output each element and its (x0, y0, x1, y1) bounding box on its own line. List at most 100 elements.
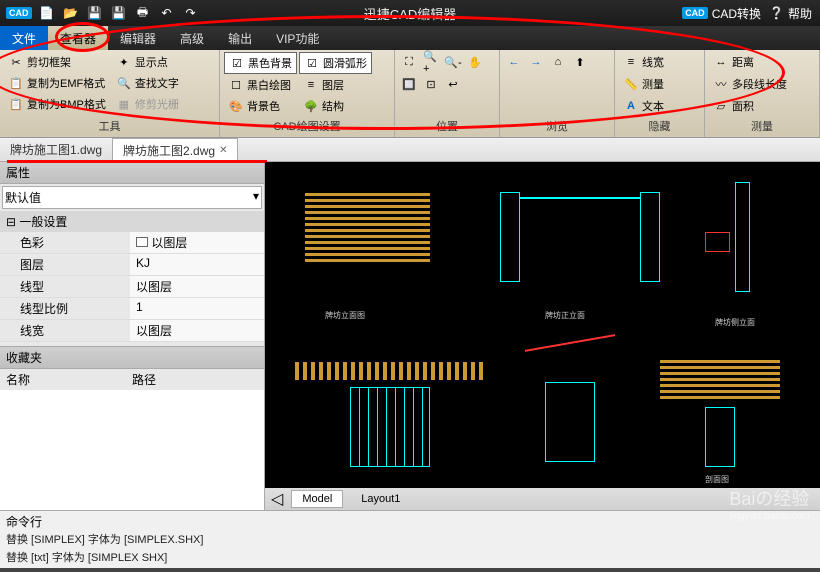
bg-color-button[interactable]: 🎨背景色 (224, 96, 297, 116)
zoom-window-icon[interactable]: 🔲 (401, 76, 417, 92)
save-icon[interactable]: 💾 (86, 4, 104, 22)
structure-button[interactable]: 🌳结构 (299, 96, 372, 116)
quick-access-toolbar: CAD 📄 📂 💾 💾 🖶 ↶ ↷ (0, 4, 206, 22)
ribbon-group-label: 位置 (399, 117, 495, 135)
find-text-button[interactable]: 🔍查找文字 (112, 73, 183, 93)
property-row[interactable]: 色彩 以图层 (0, 232, 264, 254)
layers-icon: ≡ (303, 77, 319, 93)
help-label: 帮助 (788, 5, 812, 22)
ruler-icon: 📏 (623, 76, 639, 92)
ribbon-group-tools: ✂剪切框架 📋复制为EMF格式 📋复制为BMP格式 ✦显示点 🔍查找文字 ▦修剪… (0, 50, 220, 137)
copy-bmp-button[interactable]: 📋复制为BMP格式 (4, 94, 110, 114)
tree-icon: 🌳 (303, 98, 319, 114)
property-row[interactable]: 线宽以图层 (0, 320, 264, 342)
zoom-out-icon[interactable]: 🔍- (445, 54, 461, 70)
menu-output[interactable]: 输出 (216, 26, 264, 50)
search-icon: 🔍 (116, 75, 132, 91)
properties-panel: 属性 默认值 ▾ ⊟ 一般设置 色彩 以图层 图层KJ 线型以图层 线型比例1 … (0, 162, 265, 510)
redo-icon[interactable]: ↷ (182, 4, 200, 22)
dwg-label: 牌坊正立面 (545, 310, 585, 321)
new-icon[interactable]: 📄 (38, 4, 56, 22)
menu-file[interactable]: 文件 (0, 26, 48, 50)
dwg-label: 剖面图 (705, 474, 729, 485)
linewidth-button[interactable]: ≡线宽 (619, 52, 668, 72)
command-output: 替换 [SIMPLEX] 字体为 [SIMPLEX.SHX] (6, 530, 814, 548)
nav-up-icon[interactable]: ⬆ (572, 54, 588, 70)
help-button[interactable]: ❔ 帮助 (769, 5, 812, 22)
measure-button[interactable]: 📏测量 (619, 74, 668, 94)
bw-draw-button[interactable]: ☐黑白绘图 (224, 75, 297, 95)
text-button[interactable]: A文本 (619, 96, 668, 116)
layers-button[interactable]: ≡图层 (299, 75, 372, 95)
dwg-outline (297, 182, 442, 292)
dwg-label: 牌坊立面图 (325, 310, 365, 321)
emf-icon: 📋 (8, 75, 24, 91)
distance-button[interactable]: ↔距离 (709, 52, 791, 72)
ribbon-group-label: 工具 (4, 117, 215, 135)
nav-icon[interactable]: ◁ (271, 489, 283, 509)
ribbon-group-label: CAD绘图设置 (224, 117, 390, 135)
menu-bar: 文件 查看器 编辑器 高级 输出 VIP功能 (0, 26, 820, 50)
doc-tab-active[interactable]: 牌坊施工图2.dwg✕ (112, 138, 238, 162)
nav-left-icon[interactable]: ← (506, 54, 522, 70)
command-line-panel: 命令行 替换 [SIMPLEX] 字体为 [SIMPLEX.SHX] 替换 [t… (0, 510, 820, 568)
dwg-side (695, 182, 795, 312)
cad-convert-button[interactable]: CAD CAD转换 (682, 5, 761, 22)
menu-viewer[interactable]: 查看器 (48, 26, 108, 50)
fav-col-path[interactable]: 路径 (132, 371, 258, 388)
area-icon: ▱ (713, 98, 729, 114)
linewidth-icon: ≡ (623, 54, 639, 70)
favorites-list[interactable] (0, 390, 264, 510)
saveas-icon[interactable]: 💾 (110, 4, 128, 22)
app-logo: CAD (6, 7, 32, 19)
properties-section-header[interactable]: ⊟ 一般设置 (0, 211, 264, 232)
layout-tab[interactable]: Layout1 (351, 491, 410, 507)
trim-icon: ▦ (116, 96, 132, 112)
zoom-in-icon[interactable]: 🔍+ (423, 54, 439, 70)
pan-icon[interactable]: ✋ (467, 54, 483, 70)
properties-dropdown[interactable]: 默认值 ▾ (2, 186, 262, 209)
copy-emf-button[interactable]: 📋复制为EMF格式 (4, 73, 110, 93)
title-right: CAD CAD转换 ❔ 帮助 (682, 5, 820, 22)
zoom-extent-icon[interactable]: ⊡ (423, 76, 439, 92)
area-button[interactable]: ▱面积 (709, 96, 791, 116)
main-area: 属性 默认值 ▾ ⊟ 一般设置 色彩 以图层 图层KJ 线型以图层 线型比例1 … (0, 162, 820, 510)
zoom-fit-icon[interactable]: ⛶ (401, 54, 417, 70)
model-tab[interactable]: Model (291, 490, 343, 508)
cad-convert-icon: CAD (682, 7, 708, 19)
undo-icon[interactable]: ↶ (158, 4, 176, 22)
show-points-button[interactable]: ✦显示点 (112, 52, 183, 72)
ribbon-group-browse: ← → ⌂ ⬆ 浏览 (500, 50, 615, 137)
polyline-length-button[interactable]: 〰多段线长度 (709, 74, 791, 94)
menu-advanced[interactable]: 高级 (168, 26, 216, 50)
menu-editor[interactable]: 编辑器 (108, 26, 168, 50)
trim-raster-button[interactable]: ▦修剪光栅 (112, 94, 183, 114)
bmp-icon: 📋 (8, 96, 24, 112)
property-row[interactable]: 图层KJ (0, 254, 264, 276)
checkbox-empty-icon: ☐ (228, 77, 244, 93)
dwg-label: 牌坊侧立面 (715, 317, 755, 328)
text-icon: A (623, 98, 639, 114)
drawing-canvas[interactable]: 牌坊立面图 牌坊正立面 牌坊侧立面 剖面图 (265, 162, 820, 488)
property-row[interactable]: 线型以图层 (0, 276, 264, 298)
smooth-arc-button[interactable]: ☑圆滑弧形 (299, 52, 372, 74)
polyline-icon: 〰 (713, 76, 729, 92)
print-icon[interactable]: 🖶 (134, 4, 152, 22)
zoom-prev-icon[interactable]: ↩ (445, 76, 461, 92)
ribbon: ✂剪切框架 📋复制为EMF格式 📋复制为BMP格式 ✦显示点 🔍查找文字 ▦修剪… (0, 50, 820, 138)
dwg-section-outline (655, 352, 795, 477)
open-icon[interactable]: 📂 (62, 4, 80, 22)
title-bar: CAD 📄 📂 💾 💾 🖶 ↶ ↷ 迅捷CAD编辑器 CAD CAD转换 ❔ 帮… (0, 0, 820, 26)
help-icon: ❔ (769, 6, 784, 20)
nav-right-icon[interactable]: → (528, 54, 544, 70)
cut-frame-button[interactable]: ✂剪切框架 (4, 52, 110, 72)
close-tab-icon[interactable]: ✕ (219, 145, 227, 156)
menu-vip[interactable]: VIP功能 (264, 26, 331, 50)
ribbon-group-label: 浏览 (504, 117, 610, 135)
scissors-icon: ✂ (8, 54, 24, 70)
property-row[interactable]: 线型比例1 (0, 298, 264, 320)
doc-tab[interactable]: 牌坊施工图1.dwg (0, 138, 112, 161)
nav-home-icon[interactable]: ⌂ (550, 54, 566, 70)
fav-col-name[interactable]: 名称 (6, 371, 132, 388)
black-bg-button[interactable]: ☑黑色背景 (224, 52, 297, 74)
